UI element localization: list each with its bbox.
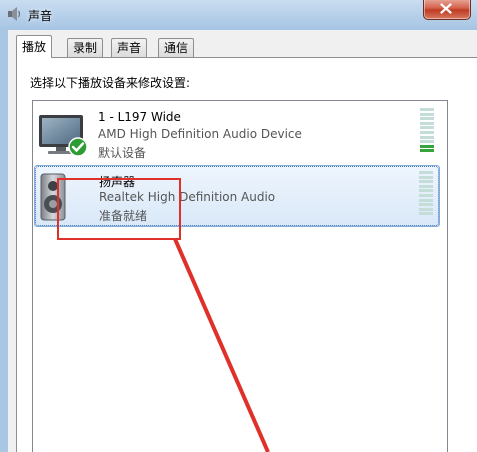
- window-title: 声音: [28, 9, 53, 23]
- device-name: 1 - L197 Wide: [98, 110, 181, 124]
- level-segment: [419, 198, 433, 202]
- speaker-icon: [8, 7, 21, 21]
- close-button[interactable]: [423, 0, 471, 20]
- level-segment: [419, 207, 433, 211]
- tab-communications-label: 通信: [164, 41, 189, 55]
- tab-sounds-label: 声音: [117, 41, 142, 55]
- level-segment: [420, 144, 434, 148]
- instruction-text: 选择以下播放设备来修改设置:: [30, 76, 191, 90]
- device-list[interactable]: 1 - L197 Wide AMD High Definition Audio …: [32, 100, 448, 452]
- device-status: 默认设备: [98, 146, 147, 160]
- level-meter: [419, 171, 433, 217]
- tab-playback[interactable]: 播放: [16, 35, 53, 58]
- tab-recording-label: 录制: [73, 41, 98, 55]
- level-segment: [419, 184, 433, 188]
- level-segment: [420, 121, 434, 125]
- level-segment: [420, 117, 434, 121]
- tab-playback-label: 播放: [22, 40, 47, 54]
- level-segment: [420, 126, 434, 130]
- level-segment: [420, 135, 434, 139]
- level-meter: [420, 108, 434, 154]
- dialog-body: 播放 录制 声音 通信 选择以下播放设备来修改设置: 1 - L197 Wide…: [8, 30, 477, 452]
- title-bar[interactable]: 声音: [0, 0, 477, 30]
- level-segment: [420, 140, 434, 144]
- device-name: 扬声器: [99, 175, 136, 189]
- close-icon: [440, 3, 452, 14]
- level-segment: [419, 203, 433, 207]
- level-segment: [420, 149, 434, 153]
- level-segment: [419, 175, 433, 179]
- tab-recording[interactable]: 录制: [67, 38, 104, 57]
- device-item-speakers[interactable]: 扬声器 Realtek High Definition Audio 准备就绪: [34, 165, 440, 227]
- level-segment: [420, 108, 434, 111]
- device-status: 准备就绪: [99, 209, 148, 223]
- device-item-monitor[interactable]: 1 - L197 Wide AMD High Definition Audio …: [34, 103, 440, 165]
- tab-sounds[interactable]: 声音: [111, 38, 148, 57]
- playback-panel: 选择以下播放设备来修改设置: 1 - L197 Wide AMD High De…: [16, 57, 477, 452]
- speaker-device-icon: [40, 173, 66, 221]
- level-segment: [420, 131, 434, 134]
- level-segment: [419, 194, 433, 197]
- level-segment: [420, 112, 434, 116]
- level-segment: [419, 180, 433, 184]
- check-badge-icon: [68, 137, 88, 157]
- tab-communications[interactable]: 通信: [158, 38, 195, 57]
- level-segment: [419, 171, 433, 174]
- level-segment: [419, 212, 433, 216]
- level-segment: [419, 189, 433, 193]
- device-description: AMD High Definition Audio Device: [98, 127, 302, 141]
- device-description: Realtek High Definition Audio: [99, 190, 276, 204]
